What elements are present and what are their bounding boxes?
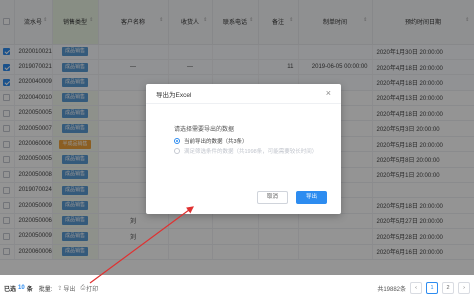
pagination: 共19882条 ‹ 1 2 › <box>377 282 470 294</box>
dialog-header: 导出为Excel × <box>146 84 341 104</box>
export-option-current[interactable]: 当前导出的数据（共3条） <box>174 136 341 146</box>
export-excel-dialog: 导出为Excel × 请选择需要导出的数据 当前导出的数据（共3条） 满足筛选条… <box>146 84 341 214</box>
export-question: 请选择需要导出的数据 <box>174 127 235 133</box>
page-2-button[interactable]: 2 <box>442 282 454 294</box>
export-option-filtered-label: 满足筛选条件的数据（共1998条，可能需要较长时间） <box>184 149 318 155</box>
selected-suffix: 条 <box>26 286 33 293</box>
next-page-button[interactable]: › <box>458 282 470 294</box>
selected-count: 10 <box>18 285 25 291</box>
close-icon[interactable]: × <box>326 89 331 98</box>
cancel-button[interactable]: 取消 <box>256 191 288 204</box>
batch-print-label: 打印 <box>86 286 99 293</box>
batch-print-button[interactable]: ⎙ 打印 <box>80 284 98 293</box>
page-1-button[interactable]: 1 <box>426 282 438 294</box>
batch-label: 批量: <box>38 286 53 293</box>
prev-page-button[interactable]: ‹ <box>410 282 422 294</box>
batch-export-button[interactable]: ⇪ 导出 <box>57 284 75 293</box>
dialog-body: 请选择需要导出的数据 当前导出的数据（共3条） 满足筛选条件的数据（共1998条… <box>146 104 341 156</box>
selected-prefix: 已选 <box>4 286 17 293</box>
export-option-filtered: 满足筛选条件的数据（共1998条，可能需要较长时间） <box>174 146 341 156</box>
export-button[interactable]: 导出 <box>295 191 327 204</box>
dialog-footer: 取消 导出 <box>256 191 327 204</box>
export-option-current-label: 当前导出的数据（共3条） <box>184 139 248 145</box>
radio-disabled <box>174 148 180 154</box>
print-icon: ⎙ <box>80 284 86 291</box>
radio-selected[interactable] <box>174 138 180 144</box>
batch-export-label: 导出 <box>63 286 76 293</box>
total-count: 共19882条 <box>377 286 406 293</box>
dialog-title: 导出为Excel <box>156 91 192 99</box>
bottom-toolbar: 已选 10 条 批量: ⇪ 导出 ⎙ 打印 共19882条 ‹ 1 2 › <box>0 275 474 301</box>
export-icon: ⇪ <box>57 285 63 292</box>
